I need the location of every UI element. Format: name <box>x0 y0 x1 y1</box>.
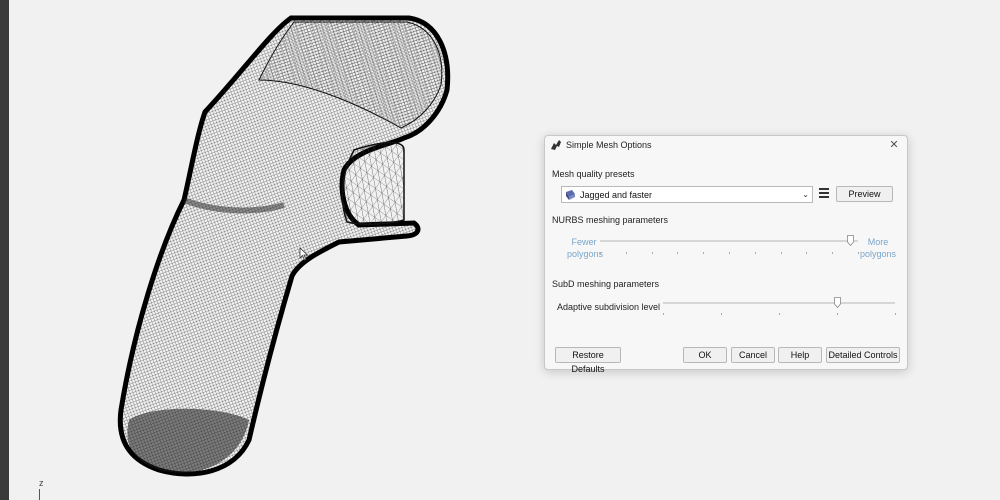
nurbs-slider-thumb[interactable] <box>847 235 855 246</box>
chevron-down-icon: ⌄ <box>802 190 809 199</box>
simple-mesh-options-dialog: Simple Mesh Options ✕ Mesh quality prese… <box>544 135 908 374</box>
cursor-icon <box>299 247 309 261</box>
slider-tick <box>837 313 838 315</box>
slider-tick <box>729 252 730 254</box>
ok-button[interactable]: OK <box>683 347 727 363</box>
preset-icon <box>566 190 575 200</box>
subd-section-label: SubD meshing parameters <box>552 279 660 289</box>
adaptive-slider-thumb[interactable] <box>834 297 841 308</box>
slider-tick <box>600 252 601 254</box>
nurbs-section-label: NURBS meshing parameters <box>552 215 669 225</box>
slider-tick <box>858 252 859 254</box>
axis-indicator: z <box>39 478 59 500</box>
restore-defaults-button[interactable]: Restore Defaults <box>555 347 621 374</box>
rhino-icon <box>551 140 561 150</box>
left-panel-edge <box>0 0 9 500</box>
slider-tick <box>779 313 780 315</box>
more-polygons-label: More polygons <box>859 237 897 259</box>
slider-tick <box>780 252 782 254</box>
axis-label: z <box>39 478 44 488</box>
slider-tick <box>625 252 627 254</box>
slider-tick <box>832 252 834 254</box>
detailed-controls-button[interactable]: Detailed Controls <box>826 347 900 363</box>
slider-tick <box>754 252 756 254</box>
mesh-trigger <box>341 141 405 225</box>
slider-tick <box>677 252 679 254</box>
close-icon[interactable]: ✕ <box>887 138 901 152</box>
slider-tick <box>651 252 653 254</box>
fewer-polygons-label: Fewer polygons <box>567 237 604 259</box>
nurbs-slider-track[interactable] <box>600 240 858 242</box>
adaptive-slider-track[interactable] <box>663 302 895 304</box>
slider-tick <box>895 313 896 315</box>
dialog-title: Simple Mesh Options <box>566 140 652 150</box>
mesh-quality-label: Mesh quality presets <box>552 169 635 179</box>
mesh-preset-select[interactable]: Jagged and faster ⌄ <box>561 186 813 203</box>
slider-tick <box>703 252 705 254</box>
slider-tick <box>806 252 808 254</box>
preview-button[interactable]: Preview <box>836 186 893 202</box>
help-button[interactable]: Help <box>778 347 822 363</box>
cancel-button[interactable]: Cancel <box>731 347 775 363</box>
adaptive-subdivision-label: Adaptive subdivision level <box>557 302 661 312</box>
slider-tick <box>721 313 722 315</box>
menu-icon[interactable] <box>819 188 829 198</box>
dialog-titlebar[interactable]: Simple Mesh Options ✕ <box>545 136 907 156</box>
preset-value: Jagged and faster <box>580 190 653 200</box>
slider-tick <box>663 313 664 315</box>
